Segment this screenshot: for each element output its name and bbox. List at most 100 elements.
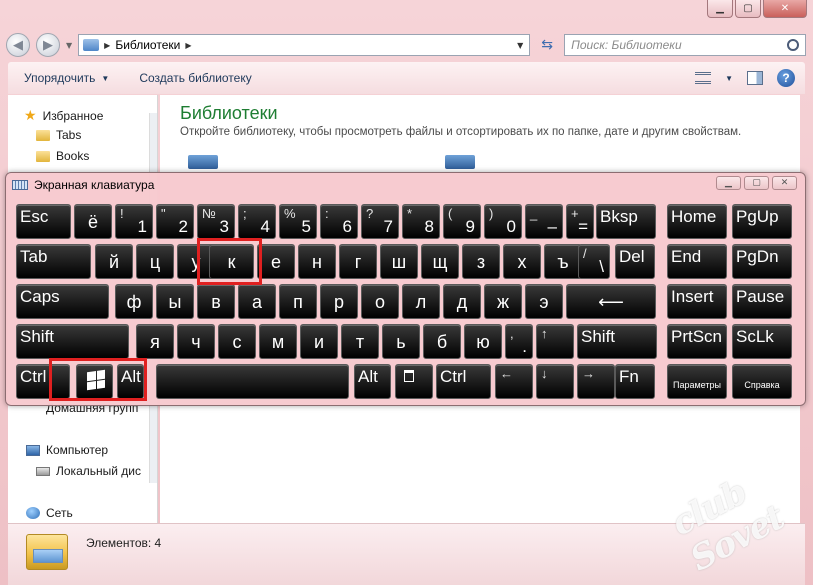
key-ee[interactable]: э <box>525 284 563 319</box>
key-4[interactable]: ; 4 <box>238 204 276 239</box>
key-t[interactable]: т <box>341 324 379 359</box>
key-bksp[interactable]: Bksp <box>596 204 656 239</box>
address-bar[interactable]: ▶ Библиотеки ▶ ▼ <box>78 34 531 56</box>
key-insert[interactable]: Insert <box>667 284 727 319</box>
key-caps[interactable]: Caps <box>16 284 109 319</box>
preview-pane-icon[interactable] <box>747 71 763 85</box>
key-z[interactable]: з <box>462 244 500 279</box>
key-yo[interactable]: ё <box>74 204 112 239</box>
osk-titlebar[interactable]: Экранная клавиатура <box>6 173 805 197</box>
key-9[interactable]: (9 <box>443 204 481 239</box>
key-sclk[interactable]: ScLk <box>732 324 792 359</box>
video-library-icon[interactable] <box>188 155 218 169</box>
key-o[interactable]: о <box>361 284 399 319</box>
nav-item-tabs[interactable]: Tabs <box>36 128 81 142</box>
key-esc[interactable]: Esc <box>16 204 71 239</box>
nav-item-computer[interactable]: Компьютер <box>26 443 108 457</box>
key-n[interactable]: н <box>298 244 336 279</box>
key-minus[interactable]: _ – <box>525 204 563 239</box>
key-yu[interactable]: ю <box>464 324 502 359</box>
key-r[interactable]: р <box>320 284 358 319</box>
key-a[interactable]: а <box>238 284 276 319</box>
key-right[interactable]: → <box>577 364 615 399</box>
key-soft[interactable]: ь <box>382 324 420 359</box>
key-fn[interactable]: Fn <box>615 364 655 399</box>
key-options[interactable]: Параметры <box>667 364 727 399</box>
key-3[interactable]: № 3 <box>197 204 235 239</box>
key-g[interactable]: г <box>339 244 377 279</box>
key-end[interactable]: End <box>667 244 727 279</box>
key-down[interactable]: ↓ <box>536 364 574 399</box>
back-button[interactable]: ◀ <box>6 33 30 57</box>
address-dropdown-icon[interactable]: ▼ <box>511 41 529 50</box>
key-home[interactable]: Home <box>667 204 727 239</box>
key-1[interactable]: ! 1 <box>115 204 153 239</box>
key-ralt[interactable]: Alt <box>354 364 391 399</box>
key-i[interactable]: и <box>300 324 338 359</box>
address-path[interactable]: Библиотеки <box>115 38 180 52</box>
key-tab[interactable]: Tab <box>16 244 91 279</box>
key-zh[interactable]: ж <box>484 284 522 319</box>
documents-library-icon[interactable] <box>445 155 475 169</box>
breadcrumb-arrow-icon[interactable]: ▶ <box>185 41 191 50</box>
key-ya[interactable]: я <box>136 324 174 359</box>
nav-item-local-disk[interactable]: Локальный дис <box>36 464 141 478</box>
breadcrumb-arrow-icon[interactable]: ▶ <box>104 41 110 50</box>
key-rshift[interactable]: Shift <box>577 324 657 359</box>
key-enter[interactable]: ⟵ <box>566 284 656 319</box>
recent-pages-dropdown[interactable]: ▼ <box>66 41 72 50</box>
key-7[interactable]: ? 7 <box>361 204 399 239</box>
key-h[interactable]: х <box>503 244 541 279</box>
key-s[interactable]: с <box>218 324 256 359</box>
key-5[interactable]: % 5 <box>279 204 317 239</box>
organize-button[interactable]: Упорядочить ▼ <box>24 71 109 85</box>
search-input[interactable]: Поиск: Библиотеки <box>564 34 806 56</box>
maximize-button[interactable]: ▢ <box>735 0 761 18</box>
key-b[interactable]: б <box>423 324 461 359</box>
key-rctrl[interactable]: Ctrl <box>436 364 491 399</box>
nav-item-network[interactable]: Сеть <box>26 506 73 520</box>
search-icon[interactable] <box>787 39 799 51</box>
forward-button[interactable]: ▶ <box>36 33 60 57</box>
key-f[interactable]: ф <box>115 284 153 319</box>
key-menu[interactable] <box>395 364 433 399</box>
change-view-icon[interactable] <box>695 72 712 84</box>
key-left[interactable]: ← <box>495 364 533 399</box>
chevron-down-icon[interactable]: ▼ <box>725 74 733 83</box>
key-plus[interactable]: + = <box>566 204 594 239</box>
key-shch[interactable]: щ <box>421 244 459 279</box>
close-button[interactable]: ✕ <box>763 0 807 18</box>
key-0[interactable]: ) 0 <box>484 204 522 239</box>
refresh-icon[interactable]: ⇆ <box>536 34 558 56</box>
key-8[interactable]: * 8 <box>402 204 440 239</box>
key-prtscn[interactable]: PrtScn <box>667 324 727 359</box>
key-e[interactable]: е <box>257 244 295 279</box>
key-pause[interactable]: Pause <box>732 284 792 319</box>
key-y[interactable]: й <box>95 244 133 279</box>
key-d[interactable]: д <box>443 284 481 319</box>
osk-minimize-button[interactable]: ▁ <box>716 176 741 190</box>
key-yy[interactable]: ы <box>156 284 194 319</box>
help-icon[interactable]: ? <box>777 69 795 87</box>
nav-item-favorites[interactable]: ★ Избранное <box>24 107 103 124</box>
osk-close-button[interactable]: ✕ <box>772 176 797 190</box>
key-space[interactable] <box>156 364 349 399</box>
key-p[interactable]: п <box>279 284 317 319</box>
key-sh[interactable]: ш <box>380 244 418 279</box>
new-library-button[interactable]: Создать библиотеку <box>139 71 251 85</box>
nav-item-books[interactable]: Books <box>36 149 89 163</box>
key-pgdn[interactable]: PgDn <box>732 244 792 279</box>
key-up[interactable]: ↑ <box>536 324 574 359</box>
key-bslash[interactable]: / \ <box>578 244 610 279</box>
key-del[interactable]: Del <box>615 244 655 279</box>
key-6[interactable]: :6 <box>320 204 358 239</box>
key-lshift[interactable]: Shift <box>16 324 129 359</box>
osk-maximize-button[interactable]: ▢ <box>744 176 769 190</box>
key-2[interactable]: " 2 <box>156 204 194 239</box>
key-ts[interactable]: ц <box>136 244 174 279</box>
minimize-button[interactable]: ▁ <box>707 0 733 18</box>
key-dot[interactable]: ,. <box>505 324 533 359</box>
key-l[interactable]: л <box>402 284 440 319</box>
key-hard[interactable]: ъ <box>544 244 582 279</box>
key-pgup[interactable]: PgUp <box>732 204 792 239</box>
